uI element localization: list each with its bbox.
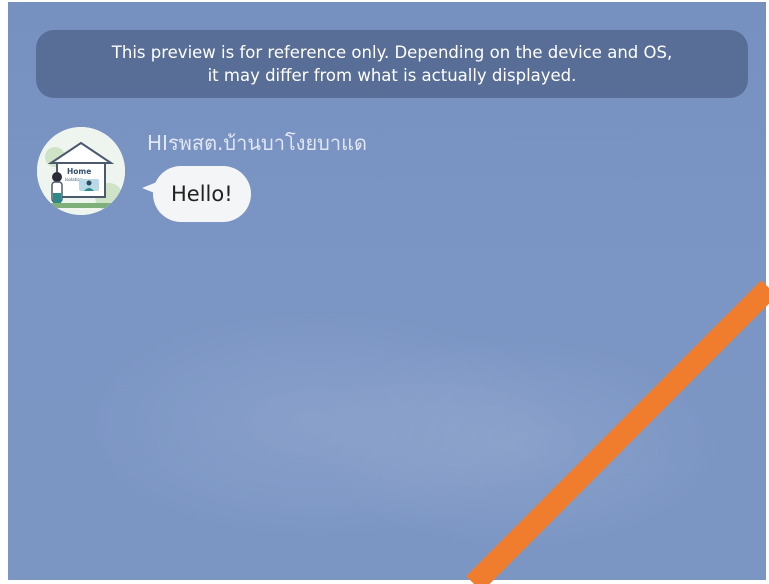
avatar-label-main: Home <box>67 167 91 176</box>
preview-disclaimer: This preview is for reference only. Depe… <box>36 30 748 98</box>
home-isolation-illustration-icon: Home Isolation <box>37 127 125 215</box>
cloud-decoration <box>308 332 728 552</box>
sender-avatar: Home Isolation <box>37 127 125 215</box>
message-bubble: Hello! <box>153 166 251 222</box>
preview-disclaimer-line1: This preview is for reference only. Depe… <box>111 43 673 62</box>
preview-disclaimer-line2: it may differ from what is actually disp… <box>207 66 577 85</box>
message-text: Hello! <box>171 182 233 206</box>
chat-preview-canvas: This preview is for reference only. Depe… <box>8 2 766 580</box>
sender-name: HIรพสต.บ้านบาโงยบาแด <box>147 131 367 155</box>
